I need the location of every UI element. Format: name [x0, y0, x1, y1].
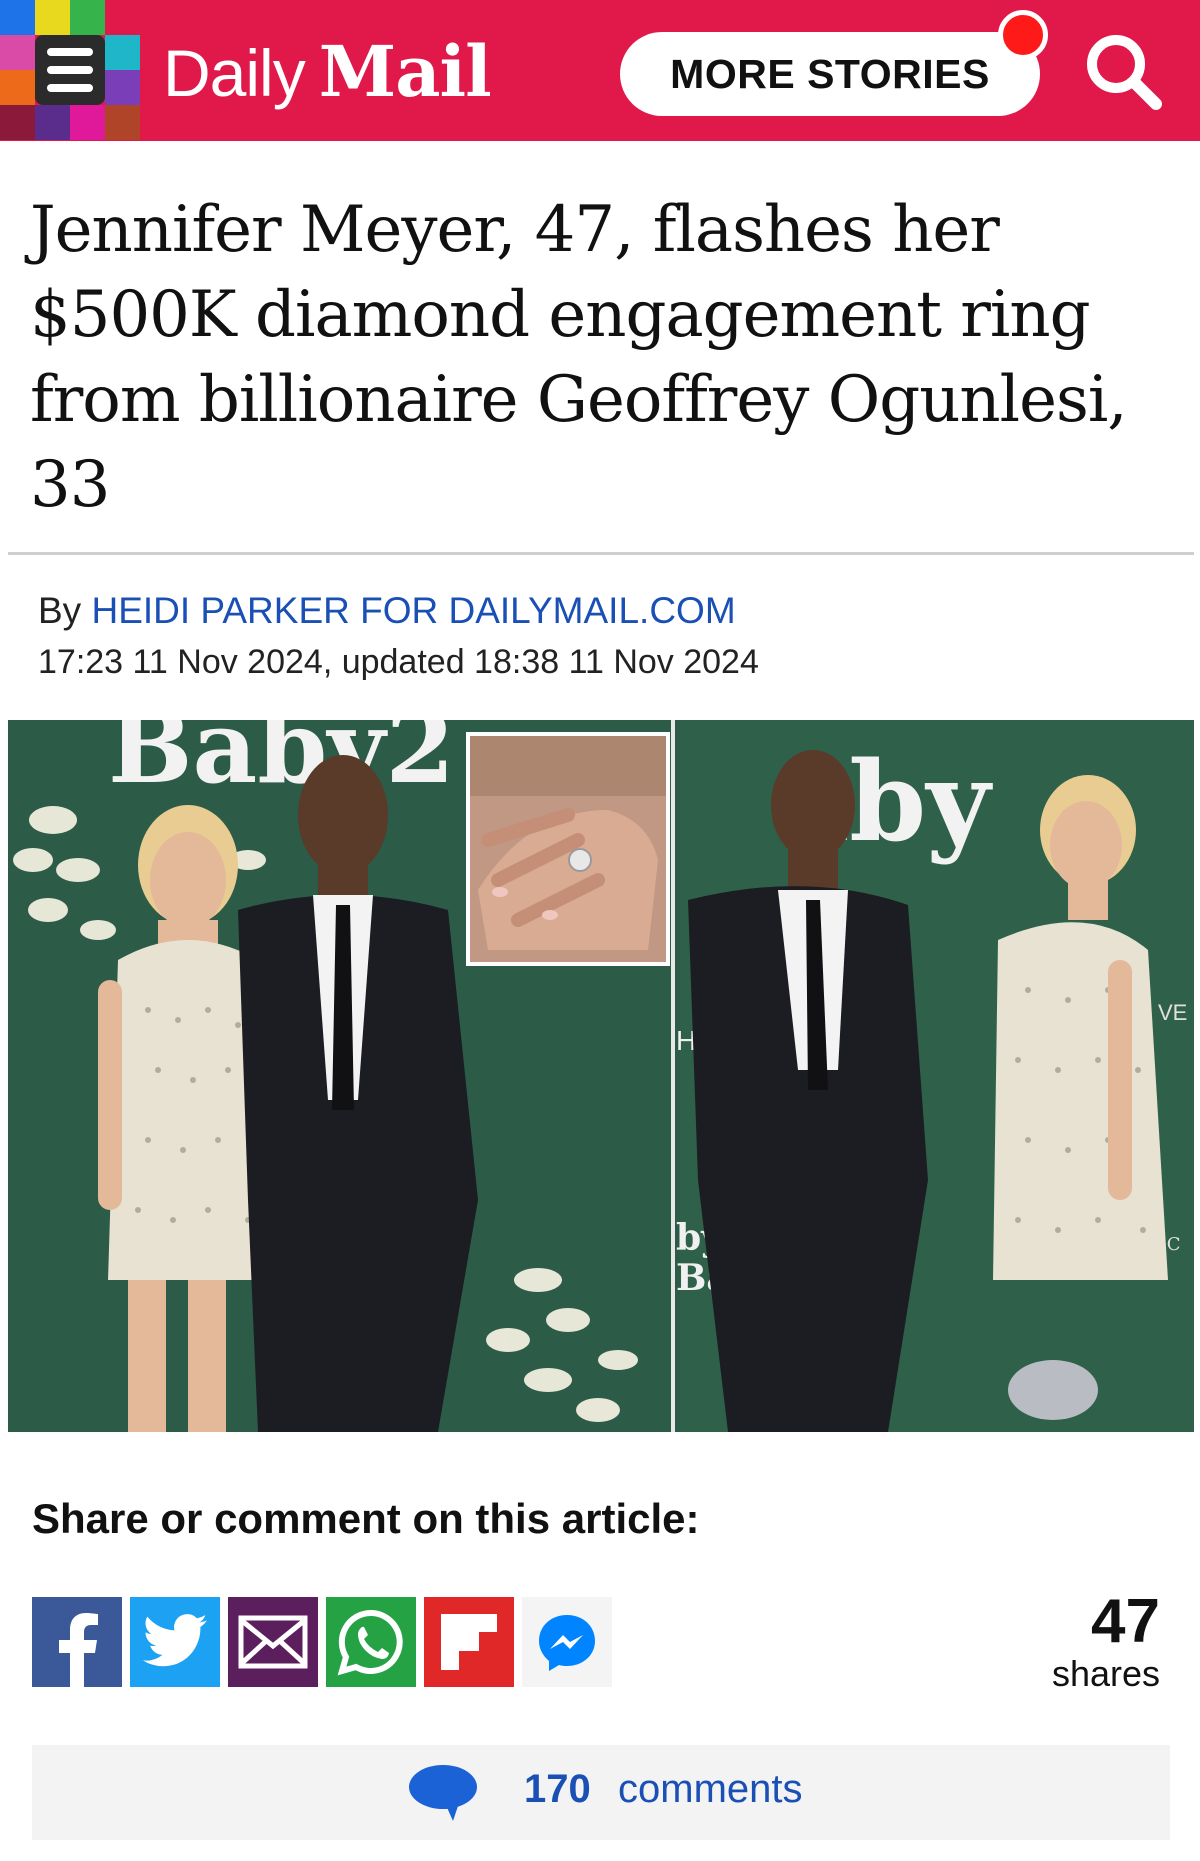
share-count-label: shares: [1051, 1653, 1160, 1694]
backdrop-text-left: Baby2: [108, 720, 455, 806]
search-icon[interactable]: [1080, 28, 1170, 118]
hamburger-icon: [47, 48, 93, 56]
whatsapp-share-button[interactable]: [326, 1597, 416, 1687]
share-heading: Share or comment on this article:: [32, 1495, 700, 1542]
menu-button[interactable]: [35, 35, 105, 105]
whatsapp-icon: [337, 1609, 403, 1676]
backdrop-edge-text: VE: [1158, 1000, 1187, 1025]
twitter-share-button[interactable]: [130, 1597, 220, 1687]
facebook-share-button[interactable]: [32, 1597, 122, 1687]
site-logo[interactable]: Daily Mail: [163, 30, 492, 113]
byline-prefix: By: [38, 590, 82, 631]
email-share-button[interactable]: [228, 1597, 318, 1687]
article-headline: Jennifer Meyer, 47, flashes her $500K di…: [30, 193, 1128, 522]
byline: By HEIDI PARKER FOR DAILYMAIL.COM: [38, 590, 736, 632]
facebook-icon: [59, 1613, 98, 1687]
more-stories-button[interactable]: MORE STORIES: [620, 32, 1040, 116]
hamburger-icon-bar: [47, 84, 93, 92]
hamburger-icon-bar: [47, 66, 93, 74]
share-count: 47 shares: [1052, 1590, 1160, 1694]
comment-bubble-icon: [409, 1765, 477, 1821]
flipboard-share-button[interactable]: [424, 1597, 514, 1687]
twitter-icon: [142, 1614, 208, 1667]
dateline: 17:23 11 Nov 2024, updated 18:38 11 Nov …: [38, 643, 759, 681]
messenger-icon: [539, 1615, 595, 1671]
messenger-share-button[interactable]: [522, 1597, 612, 1687]
email-icon: [238, 1615, 308, 1669]
logo-daily-text: Daily: [163, 36, 306, 110]
share-count-number: 47: [1091, 1587, 1160, 1656]
article-photo[interactable]: Baby2 aby HEL by Baby VE V C: [8, 720, 1194, 1432]
notification-dot: [998, 10, 1048, 60]
comment-label[interactable]: comments: [618, 1767, 803, 1812]
author-link[interactable]: HEIDI PARKER FOR DAILYMAIL.COM: [91, 590, 735, 631]
more-stories-label: MORE STORIES: [670, 50, 990, 97]
comment-count[interactable]: 170: [524, 1767, 591, 1812]
comments-bar[interactable]: 170 comments: [32, 1745, 1170, 1840]
flipboard-icon: [441, 1614, 497, 1670]
site-header: Daily Mail MORE STORIES: [0, 0, 1200, 141]
divider: [8, 552, 1194, 555]
logo-mail-text: Mail: [318, 30, 492, 113]
